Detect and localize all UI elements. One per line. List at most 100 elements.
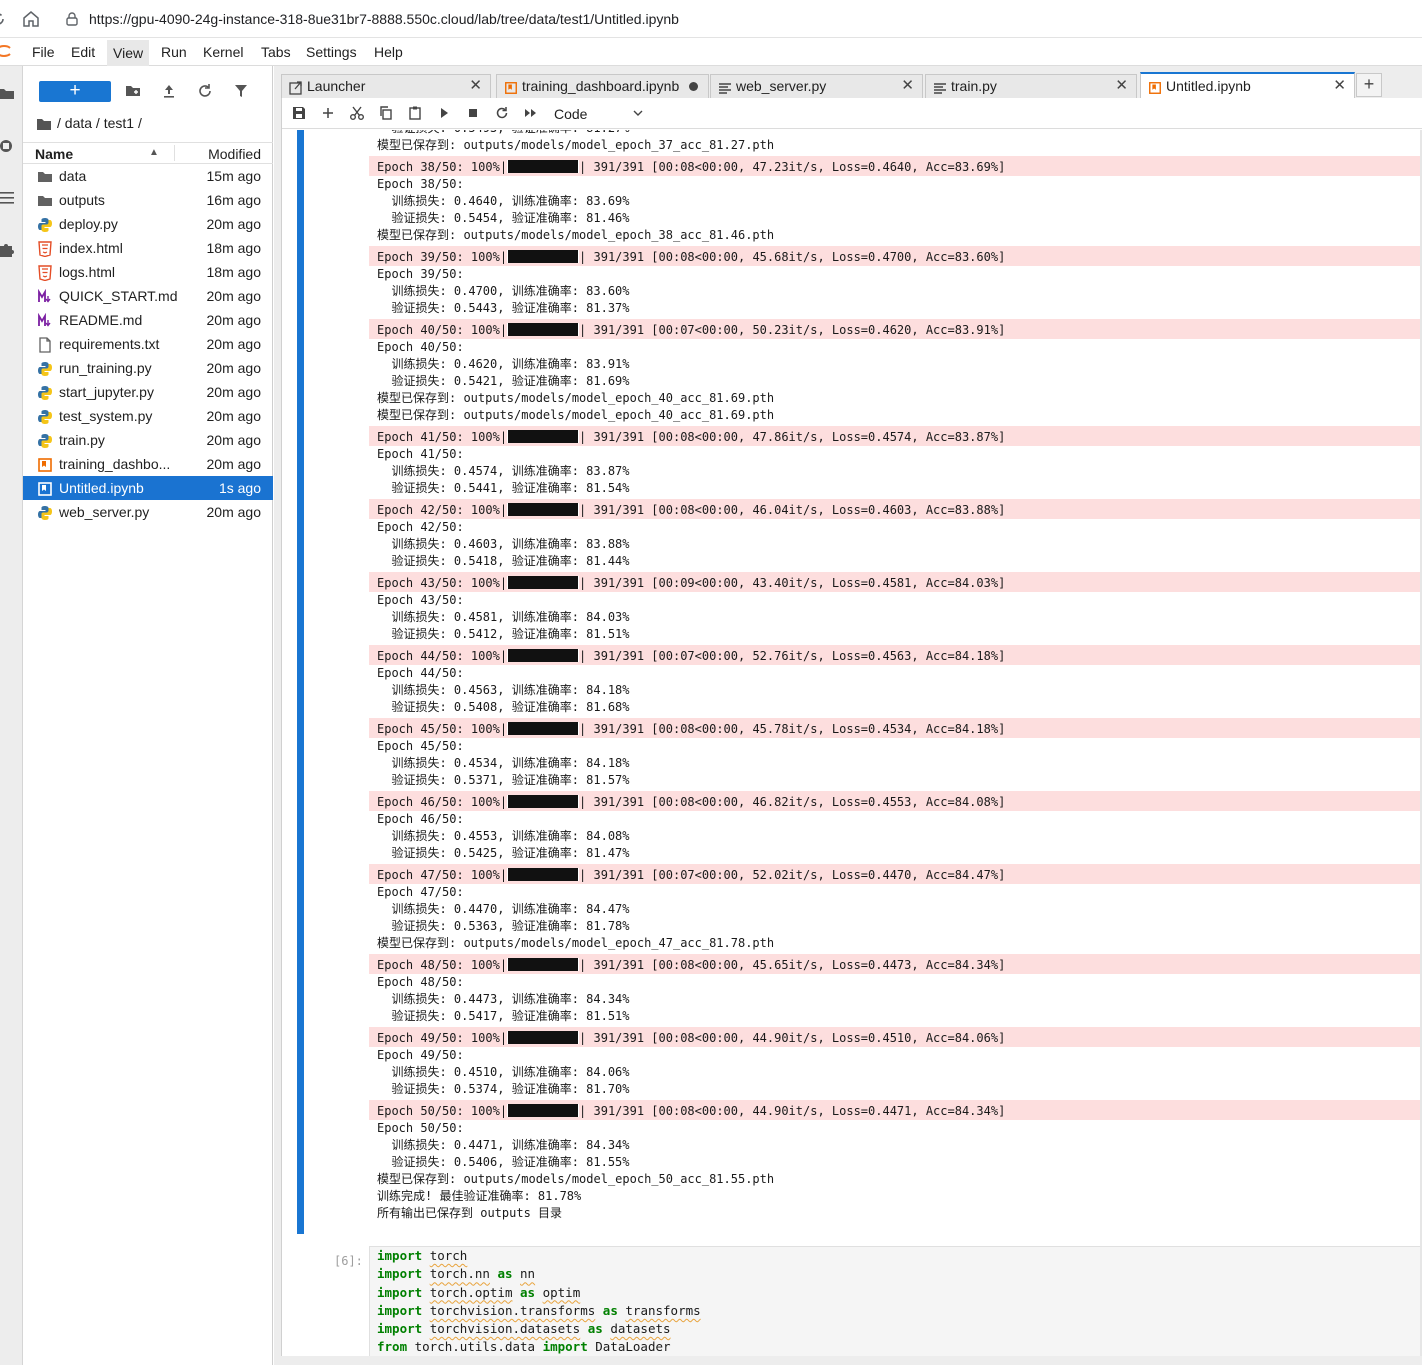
upload-icon[interactable] [160, 82, 178, 100]
menu-edit[interactable]: Edit [71, 44, 95, 60]
site-info-icon[interactable] [64, 11, 80, 27]
add-tab-button[interactable]: + [1356, 73, 1382, 97]
code-line: import torch.optim as optim [370, 1284, 1422, 1302]
output-line: Epoch 50/50: [377, 1121, 464, 1135]
output-line: 验证损失: 0.5374, 验证准确率: 81.70% [377, 1082, 630, 1096]
progress-suffix: | 391/391 [00:08<00:00, 45.65it/s, Loss=… [579, 958, 1006, 972]
progress-bar [507, 868, 580, 881]
text-editor-icon [718, 79, 732, 94]
reload-icon[interactable] [0, 9, 8, 29]
table-of-contents-icon[interactable] [0, 190, 16, 206]
file-name: data [59, 168, 87, 184]
folder-icon [37, 168, 53, 184]
tab-untitled-ipynb[interactable]: Untitled.ipynb ✕ [1140, 72, 1355, 98]
close-icon[interactable]: ✕ [1333, 75, 1346, 97]
file-list-item[interactable]: data 15m ago [23, 164, 273, 188]
file-list-item[interactable]: outputs 16m ago [23, 188, 273, 212]
close-icon[interactable]: ✕ [901, 75, 914, 97]
file-list-item[interactable]: logs.html 18m ago [23, 260, 273, 284]
menu-run[interactable]: Run [161, 44, 187, 60]
tab-label: train.py [951, 78, 997, 94]
tab-label: Untitled.ipynb [1166, 78, 1251, 94]
output-line: 训练损失: 0.4603, 训练准确率: 83.88% [377, 537, 630, 551]
filter-icon[interactable] [232, 82, 250, 100]
refresh-icon[interactable] [196, 82, 214, 100]
file-name: deploy.py [59, 216, 118, 232]
column-divider[interactable] [174, 145, 175, 161]
progress-suffix: | 391/391 [00:07<00:00, 52.76it/s, Loss=… [579, 649, 1006, 663]
paste-icon[interactable] [407, 105, 423, 121]
tab-train-py[interactable]: train.py ✕ [925, 74, 1137, 98]
progress-bar [507, 722, 580, 735]
menu-settings[interactable]: Settings [306, 44, 357, 60]
file-browser-panel: + / data / test1 / Name ▲ Modified data 1… [23, 66, 273, 1365]
copy-icon[interactable] [378, 105, 394, 121]
new-launcher-button[interactable]: + [39, 81, 111, 102]
file-list-item[interactable]: test_system.py 20m ago [23, 404, 273, 428]
html-icon [37, 264, 53, 282]
file-name: index.html [59, 240, 123, 256]
code-editor[interactable]: import torch import torch.nn as nn import … [369, 1246, 1422, 1356]
progress-output-line: Epoch 39/50: 100%| | 391/391 [00:08<00:00… [369, 246, 1422, 266]
menu-view[interactable]: View [107, 40, 150, 66]
file-list-item[interactable]: web_server.py 20m ago [23, 500, 273, 524]
address-bar[interactable]: https://gpu-4090-24g-instance-318-8ue31b… [54, 4, 1422, 34]
output-line: 验证损失: 0.5371, 验证准确率: 81.57% [377, 773, 630, 787]
code-token: nn [520, 1266, 536, 1282]
sort-ascending-icon[interactable]: ▲ [149, 147, 159, 158]
tab-launcher[interactable]: Launcher ✕ [281, 74, 491, 98]
tab-web-server-py[interactable]: web_server.py ✕ [710, 74, 923, 98]
restart-run-all-icon[interactable] [523, 105, 539, 121]
folder-icon[interactable] [37, 117, 51, 133]
interrupt-kernel-icon[interactable] [465, 105, 481, 121]
home-icon[interactable] [21, 9, 41, 29]
menu-tabs[interactable]: Tabs [261, 44, 291, 60]
file-list-item[interactable]: train.py 20m ago [23, 428, 273, 452]
output-collapser[interactable] [297, 130, 304, 1234]
file-browser-tab-icon[interactable] [0, 86, 16, 102]
close-icon[interactable]: ✕ [469, 75, 482, 97]
file-list-item[interactable]: index.html 18m ago [23, 236, 273, 260]
code-keyword: import [377, 1302, 423, 1318]
restart-kernel-icon[interactable] [494, 105, 510, 121]
menu-file[interactable]: File [32, 44, 55, 60]
unsaved-dot-icon[interactable] [689, 82, 698, 91]
breadcrumb[interactable]: / data / test1 / [37, 115, 142, 133]
code-cell[interactable]: [6]: import torch import torch.nn as nn im… [282, 1246, 1422, 1356]
close-icon[interactable]: ✕ [1115, 75, 1128, 97]
output-line: Epoch 46/50: [377, 812, 464, 826]
run-cell-icon[interactable] [436, 105, 452, 121]
progress-prefix: Epoch 38/50: 100%| [377, 160, 508, 174]
file-list-item[interactable]: requirements.txt 20m ago [23, 332, 273, 356]
file-list-item[interactable]: README.md 20m ago [23, 308, 273, 332]
cut-icon[interactable] [349, 105, 365, 121]
progress-prefix: Epoch 49/50: 100%| [377, 1031, 508, 1045]
save-icon[interactable] [291, 105, 307, 121]
file-list-item[interactable]: start_jupyter.py 20m ago [23, 380, 273, 404]
file-list-item[interactable]: Untitled.ipynb 1s ago [23, 476, 273, 500]
insert-cell-icon[interactable] [320, 105, 336, 121]
tab-training-dashboard-ipynb[interactable]: training_dashboard.ipynb [496, 74, 709, 98]
name-column-header[interactable]: Name [35, 146, 73, 162]
running-sessions-icon[interactable] [0, 138, 16, 154]
file-list-item[interactable]: deploy.py 20m ago [23, 212, 273, 236]
new-folder-icon[interactable] [124, 82, 142, 100]
progress-bar [507, 958, 580, 971]
menu-help[interactable]: Help [374, 44, 403, 60]
extension-manager-icon[interactable] [0, 242, 16, 258]
file-list-item[interactable]: training_dashbo... 20m ago [23, 452, 273, 476]
output-line: 模型已保存到: outputs/models/model_epoch_37_ac… [377, 138, 775, 152]
output-line: 验证损失: 0.5454, 验证准确率: 81.46% [377, 211, 630, 225]
file-list-item[interactable]: run_training.py 20m ago [23, 356, 273, 380]
chevron-down-icon[interactable] [632, 106, 644, 118]
launcher-icon [289, 79, 303, 95]
modified-column-header[interactable]: Modified [208, 146, 261, 162]
file-list-item[interactable]: QUICK_START.md 20m ago [23, 284, 273, 308]
progress-prefix: Epoch 48/50: 100%| [377, 958, 508, 972]
progress-suffix: | 391/391 [00:07<00:00, 50.23it/s, Loss=… [579, 323, 1006, 337]
cell-type-select[interactable]: Code [554, 106, 587, 122]
breadcrumb-path[interactable]: / data / test1 / [57, 115, 142, 131]
menu-kernel[interactable]: Kernel [203, 44, 243, 60]
progress-suffix: | 391/391 [00:08<00:00, 45.78it/s, Loss=… [579, 722, 1006, 736]
